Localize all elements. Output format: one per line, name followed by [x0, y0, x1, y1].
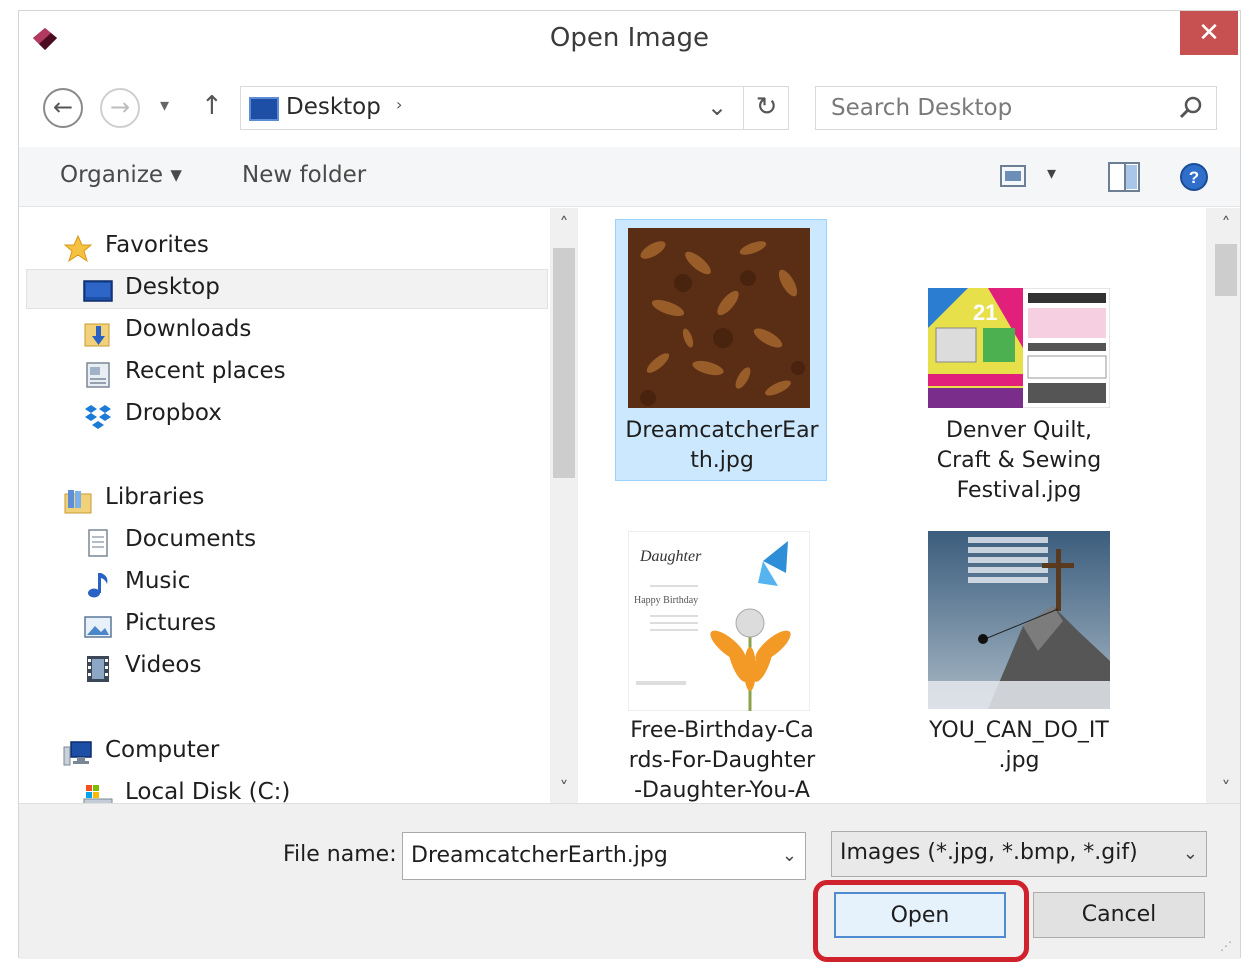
close-button[interactable]: ✕ — [1180, 11, 1238, 55]
refresh-button[interactable]: ↻ — [743, 87, 789, 129]
recent-locations-dropdown[interactable]: ▾ — [160, 95, 169, 116]
scroll-down-arrow-icon[interactable]: ˅ — [1212, 778, 1240, 799]
up-button[interactable]: ↑ — [201, 91, 223, 121]
svg-text:?: ? — [1189, 168, 1199, 187]
star-icon — [63, 234, 93, 263]
libraries-icon — [64, 490, 92, 514]
file-name-line: Festival.jpg — [956, 478, 1082, 503]
address-bar[interactable]: Desktop › ⌄ ↻ — [240, 86, 789, 130]
local-disk-icon — [83, 785, 113, 803]
file-list-scrollbar[interactable]: ˄ ˅ — [1212, 208, 1240, 803]
address-location[interactable]: Desktop — [286, 94, 381, 120]
file-name-label: File name: — [283, 842, 397, 867]
card-greeting-text: Happy Birthday — [634, 595, 698, 606]
help-icon[interactable]: ? — [1179, 162, 1209, 192]
desktop-icon — [249, 97, 279, 121]
file-item-you-can-do-it[interactable]: YOU_CAN_DO_IT .jpg — [914, 518, 1124, 803]
organize-menu[interactable]: Organize ▾ — [60, 162, 182, 188]
card-title-text: Daughter — [639, 548, 702, 565]
resize-grip-icon[interactable]: ⋰ — [1220, 939, 1232, 953]
nav-item-label: Music — [125, 568, 191, 594]
nav-item-label: Documents — [125, 526, 257, 552]
nav-favorites-label: Favorites — [105, 232, 209, 258]
search-placeholder[interactable]: Search Desktop — [831, 95, 1012, 121]
nav-scrollbar-thumb[interactable] — [553, 248, 575, 478]
nav-item-label: Videos — [125, 652, 202, 678]
documents-icon — [88, 529, 108, 557]
file-name-line: -Daughter-You-A — [634, 778, 810, 803]
music-icon — [88, 573, 108, 598]
computer-icon — [63, 741, 92, 766]
bottom-bar: File name: DreamcatcherEarth.jpg ⌄ Image… — [19, 803, 1240, 962]
recent-places-icon — [86, 362, 110, 388]
nav-item-label: Local Disk (C:) — [125, 779, 291, 803]
file-name-line: Denver Quilt, — [945, 418, 1093, 443]
desktop-icon — [83, 280, 113, 302]
file-list-scrollbar-thumb[interactable] — [1215, 244, 1237, 296]
nav-item-label: Dropbox — [125, 400, 222, 426]
nav-item-label: Pictures — [125, 610, 217, 636]
file-name-line: .jpg — [998, 748, 1040, 773]
address-dropdown-icon[interactable]: ⌄ — [707, 93, 727, 121]
file-name-input[interactable]: DreamcatcherEarth.jpg ⌄ — [402, 832, 806, 880]
pictures-icon — [84, 616, 112, 638]
nav-item-label: Recent places — [125, 358, 286, 384]
file-name-value[interactable]: DreamcatcherEarth.jpg — [411, 843, 668, 868]
view-options-dropdown[interactable]: ▾ — [1047, 163, 1056, 184]
title-bar: Open Image ✕ — [19, 11, 1240, 71]
dropbox-icon — [85, 405, 111, 429]
file-name-line: Free-Birthday-Ca — [630, 718, 814, 743]
thumbnail-image — [928, 531, 1110, 709]
thumbnail-image — [628, 228, 810, 408]
scroll-up-arrow-icon[interactable]: ˄ — [1212, 214, 1240, 235]
file-type-filter[interactable]: Images (*.jpg, *.bmp, *.gif) ⌄ — [831, 831, 1207, 877]
command-bar: Organize ▾ New folder ▾ ? — [19, 147, 1240, 207]
file-name-dropdown-icon[interactable]: ⌄ — [782, 845, 797, 866]
file-name-line: Craft & Sewing — [936, 448, 1102, 473]
forward-button[interactable]: → — [100, 88, 140, 128]
file-name-line: rds-For-Daughter — [628, 748, 816, 773]
open-button-annotation-circle — [813, 880, 1029, 962]
change-view-icon[interactable] — [1000, 164, 1026, 188]
new-folder-button[interactable]: New folder — [242, 162, 366, 188]
navigation-pane: Favorites Desktop Downloads Recent place… — [19, 208, 579, 803]
file-name-line: th.jpg — [690, 448, 754, 473]
scroll-down-arrow-icon[interactable]: ˅ — [550, 778, 578, 799]
downloads-folder-icon — [84, 323, 110, 347]
window-title: Open Image — [549, 23, 710, 53]
nav-scrollbar[interactable]: ˄ ˅ — [550, 208, 578, 803]
nav-computer-label: Computer — [105, 737, 220, 763]
cancel-button[interactable]: Cancel — [1033, 892, 1205, 938]
preview-pane-icon[interactable] — [1108, 162, 1140, 192]
thumbnail-image: Daughter Happy Birthday — [628, 531, 810, 711]
file-name-line: DreamcatcherEar — [625, 418, 819, 443]
file-item-denver-quilt[interactable]: 21 Denver Quilt, Craft & Sewing Festival… — [914, 220, 1124, 510]
filter-dropdown-icon[interactable]: ⌄ — [1183, 843, 1198, 864]
search-box[interactable]: Search Desktop — [815, 86, 1217, 130]
file-name-line: YOU_CAN_DO_IT — [929, 718, 1109, 743]
open-image-dialog: Open Image ✕ ← → ▾ ↑ Desktop › ⌄ ↻ Searc… — [18, 10, 1241, 962]
back-button[interactable]: ← — [43, 88, 83, 128]
poster-number-text: 21 — [973, 300, 997, 325]
search-icon[interactable] — [1176, 93, 1206, 123]
breadcrumb-chevron-icon[interactable]: › — [396, 95, 402, 114]
nav-item-label: Downloads — [125, 316, 252, 342]
nav-item-label: Desktop — [125, 274, 220, 300]
file-item-dreamcatcher[interactable]: DreamcatcherEar th.jpg — [617, 220, 827, 482]
file-item-birthday-card[interactable]: Daughter Happy Birthday Free-Birthday-Ca… — [617, 518, 827, 803]
nav-libraries-label: Libraries — [105, 484, 205, 510]
videos-icon — [87, 656, 109, 682]
file-type-filter-value[interactable]: Images (*.jpg, *.bmp, *.gif) — [840, 840, 1138, 865]
file-list: DreamcatcherEar th.jpg 21 Denver Quilt, … — [579, 208, 1212, 803]
thumbnail-image: 21 — [928, 288, 1110, 408]
scroll-up-arrow-icon[interactable]: ˄ — [550, 214, 578, 235]
